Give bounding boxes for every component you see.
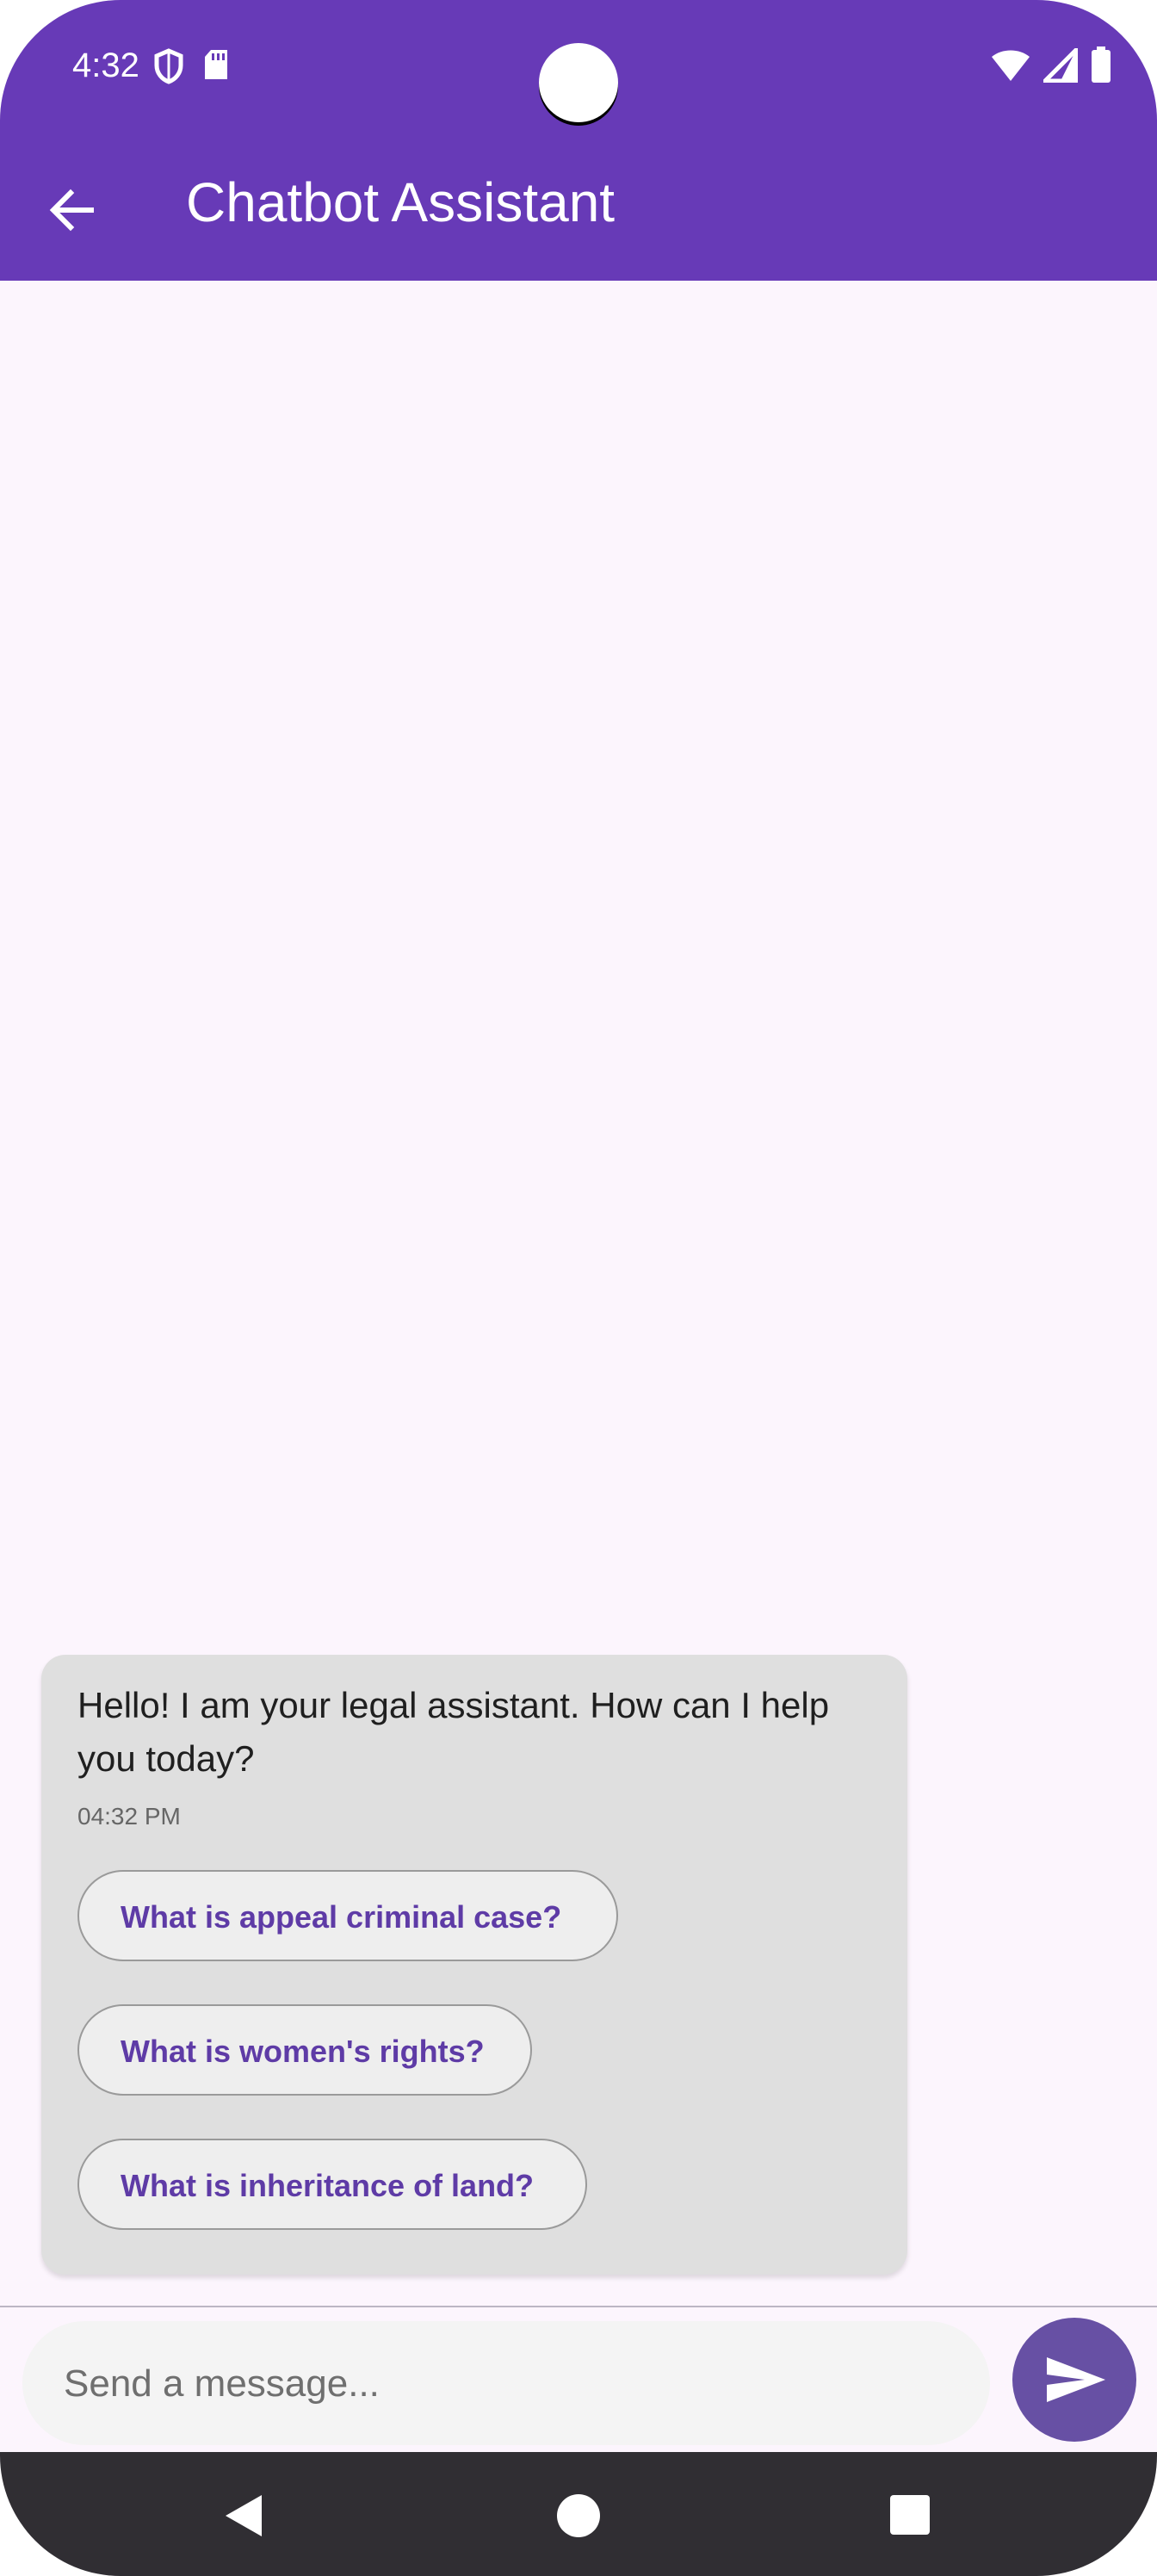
composer-divider [0, 2306, 1157, 2307]
back-button[interactable] [45, 183, 100, 238]
page-title: Chatbot Assistant [186, 171, 616, 233]
message-composer [22, 2321, 990, 2447]
arrow-back-icon [45, 189, 100, 241]
nav-home-button[interactable] [553, 2490, 604, 2542]
nav-recents-button[interactable] [885, 2490, 937, 2542]
system-nav-bar [0, 2452, 1157, 2576]
suggestion-chip-womens-rights[interactable]: What is women's rights? [77, 2004, 532, 2096]
phone-screen: 4:32 Chatbot Assistant Hello! I am your … [0, 0, 1157, 2576]
send-button[interactable] [1012, 2318, 1136, 2442]
status-time: 4:32 [72, 46, 139, 84]
message-text: Hello! I am your legal assistant. How ca… [77, 1685, 830, 1779]
message-input[interactable] [62, 2321, 961, 2447]
sd-card-icon [203, 48, 229, 89]
battery-icon [1090, 46, 1112, 89]
back-triangle-icon [219, 2495, 270, 2545]
message-timestamp: 04:32 PM [77, 1803, 181, 1830]
bot-message-bubble: Hello! I am your legal assistant. How ca… [41, 1655, 907, 2275]
camera-cutout [539, 43, 618, 122]
app-bar: Chatbot Assistant [0, 138, 1157, 281]
recents-square-icon [885, 2495, 937, 2545]
signal-icon [1039, 44, 1079, 87]
home-circle-icon [553, 2494, 604, 2545]
wifi-icon [990, 48, 1031, 87]
status-bar: 4:32 [0, 0, 1157, 138]
suggestion-chip-inheritance[interactable]: What is inheritance of land? [77, 2139, 587, 2230]
suggestion-chip-appeal[interactable]: What is appeal criminal case? [77, 1870, 618, 1961]
nav-back-button[interactable] [219, 2490, 270, 2542]
shield-icon [153, 48, 184, 89]
send-icon [1012, 2357, 1136, 2445]
